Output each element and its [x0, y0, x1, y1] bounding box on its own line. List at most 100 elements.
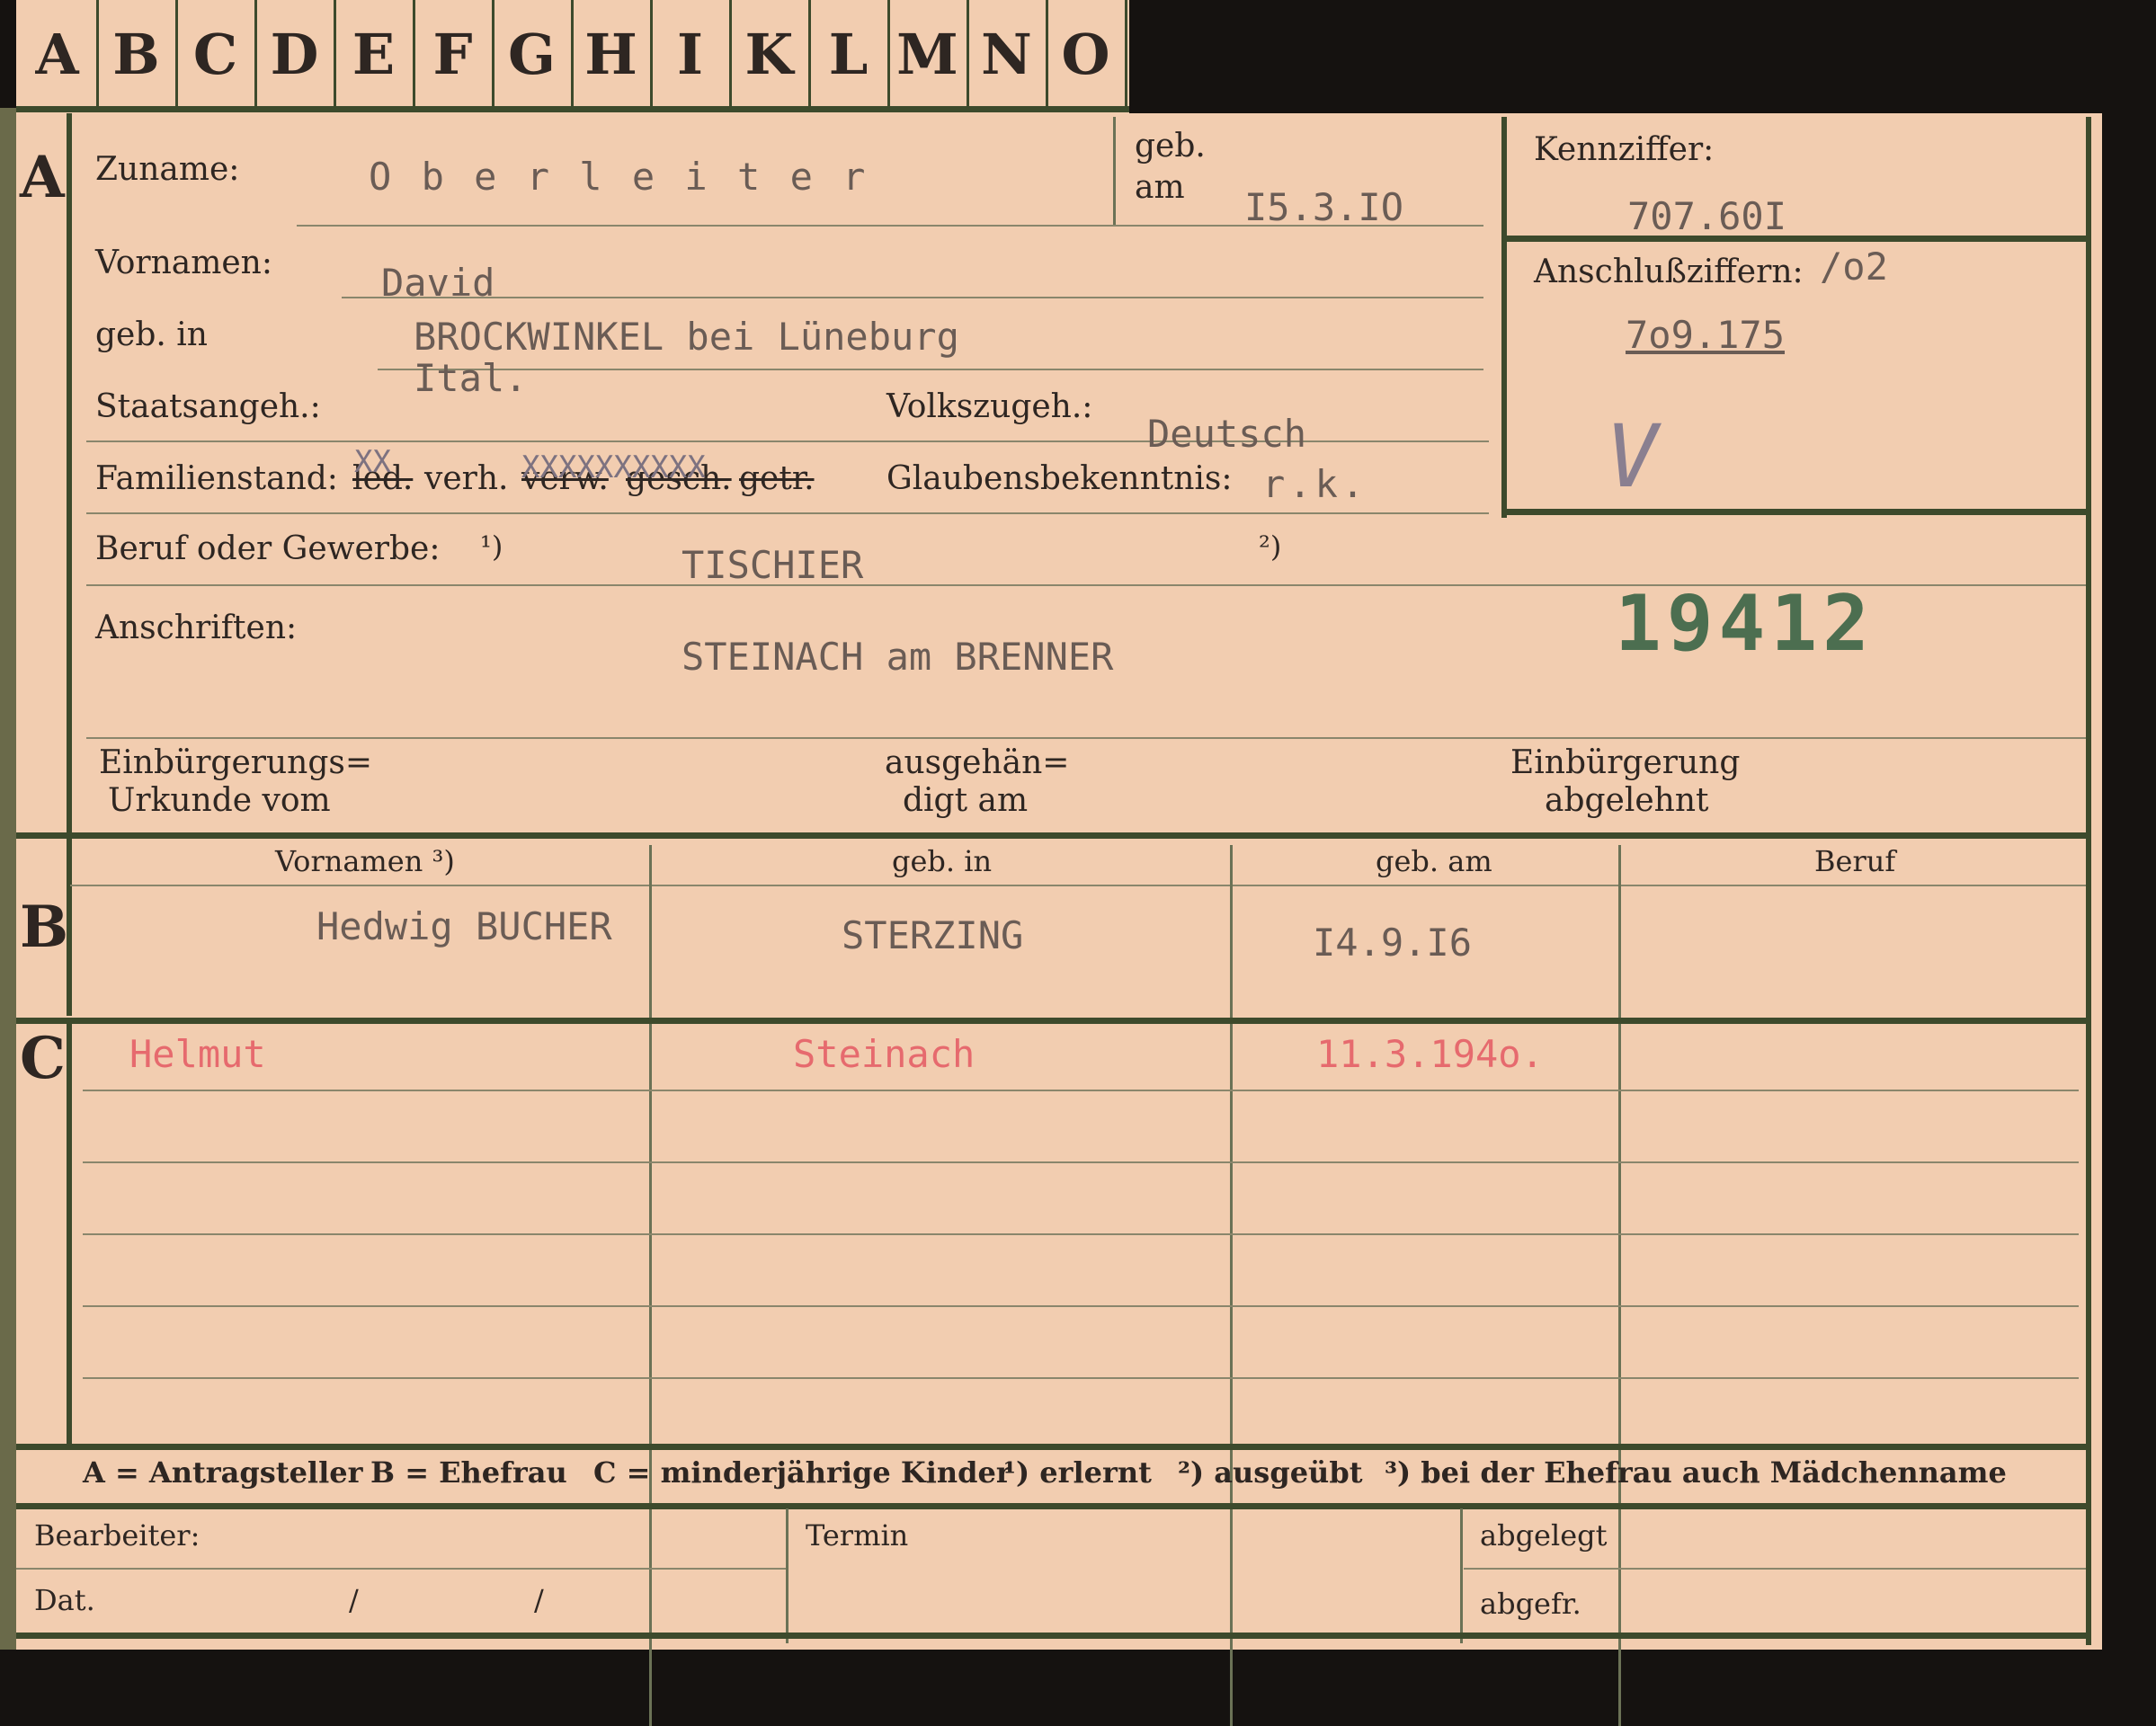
dat-label: Dat.: [34, 1583, 95, 1617]
section-c-row-line-3: [83, 1233, 2079, 1235]
abgelehnt-label-2: abgelehnt: [1545, 782, 1709, 819]
legend-top-border: [16, 1444, 2086, 1450]
glaubensbekenntnis-label: Glaubensbekenntnis:: [886, 460, 1233, 497]
footer-left-line: [16, 1568, 786, 1570]
index-tab-k: K: [730, 0, 811, 108]
ausgehaendigt-label-1: ausgehän=: [885, 744, 1070, 781]
beruf-label: Beruf oder Gewerbe:: [95, 530, 441, 567]
geb-in-underline: [378, 369, 1483, 370]
geb-am-divider: [1113, 117, 1116, 225]
section-c-row-line-4: [83, 1305, 2079, 1307]
column-divider-2: [1230, 845, 1233, 1726]
index-tab-b: B: [97, 0, 178, 108]
anschriften-underline: [86, 737, 2086, 739]
section-c-vornamen-value: Helmut: [129, 1032, 266, 1076]
card-bottom-border: [16, 1633, 2086, 1639]
abgelehnt-label-1: Einbürgerung: [1510, 744, 1741, 781]
staatsangeh-label: Staatsangeh.:: [95, 388, 321, 425]
index-tab-m: M: [888, 0, 969, 108]
einbuergerung-label-1: Einbürgerungs=: [99, 744, 373, 781]
vornamen-value: David: [381, 261, 495, 305]
legend-c: C = minderjährige Kinder: [593, 1455, 1011, 1490]
section-c-geb-in-value: Steinach: [793, 1032, 976, 1076]
staatsangeh-value: Ital.: [414, 356, 528, 400]
card-left-edge: [0, 108, 16, 1650]
kennziffer-box-left: [1501, 117, 1507, 518]
footer-divider-1: [786, 1508, 788, 1643]
volkszugeh-value: Deutsch: [1147, 412, 1307, 456]
footer-divider-2: [1460, 1508, 1463, 1643]
section-b-header-line: [70, 885, 2086, 886]
einbuergerung-label-2: Urkunde vom: [108, 782, 331, 819]
index-tab-n: N: [967, 0, 1048, 108]
section-c-row-line-2: [83, 1161, 2079, 1163]
glaubensbekenntnis-value: r.k.: [1262, 462, 1368, 506]
kennziffer-box-bottom: [1501, 509, 2086, 515]
dat-separator-2: /: [534, 1583, 544, 1617]
anschriften-value: STEINACH am BRENNER: [682, 635, 1114, 679]
index-tab-c: C: [176, 0, 257, 108]
legend-b: B = Ehefrau: [370, 1455, 567, 1490]
section-b-header-beruf: Beruf: [1814, 844, 1896, 878]
legend-note-3: ³) bei der Ehefrau auch Mädchenname: [1385, 1455, 2007, 1490]
anschlussziffern-label: Anschlußziffern:: [1534, 254, 1804, 290]
registration-card: [16, 0, 2102, 1650]
index-tab-h: H: [572, 0, 653, 108]
anschlussziffern-suffix: /o2: [1820, 245, 1888, 289]
legend-a: A = Antragsteller: [83, 1455, 363, 1490]
index-tab-l: L: [809, 0, 890, 108]
geb-am-value: I5.3.IO: [1244, 185, 1404, 229]
section-a-left-border: [67, 113, 72, 832]
section-b-header-vornamen: Vornamen ³): [275, 844, 455, 878]
familienstand-verh: verh.: [424, 460, 509, 497]
section-b-header-geb-am: geb. am: [1376, 844, 1492, 878]
geb-in-value: BROCKWINKEL bei Lüneburg: [414, 315, 959, 359]
section-c-row-line-1: [83, 1090, 2079, 1091]
geb-label: geb.: [1135, 128, 1206, 165]
zuname-value: O b e r l e i t e r: [369, 155, 869, 199]
am-label: am: [1135, 169, 1185, 206]
section-b-header-geb-in: geb. in: [892, 844, 993, 878]
familienstand-xmarks-2: XXXXXXXXXX: [521, 449, 706, 485]
vornamen-underline: [342, 297, 1483, 298]
section-a-letter: A: [20, 144, 65, 211]
anschriften-label: Anschriften:: [95, 609, 298, 646]
index-tab-o: O: [1047, 0, 1127, 108]
check-mark: V: [1606, 406, 1658, 507]
section-b-letter: B: [20, 894, 69, 961]
legend-note-2: ²) ausgeübt: [1178, 1455, 1363, 1490]
familienstand-underline: [86, 512, 1489, 514]
column-divider-1: [649, 845, 652, 1726]
bearbeiter-label: Bearbeiter:: [34, 1518, 200, 1553]
index-tab-i: I: [651, 0, 732, 108]
section-c-top-border: [16, 1018, 2086, 1024]
anschlussziffern-value: 7o9.175: [1626, 313, 1786, 357]
familienstand-label: Familienstand:: [95, 460, 338, 497]
card-right-border: [2086, 117, 2091, 1645]
index-tab-g: G: [493, 0, 574, 108]
beruf-value: TISCHIER: [682, 543, 864, 587]
column-divider-3: [1618, 845, 1621, 1726]
legend-note-1: ¹) erlernt: [1003, 1455, 1152, 1490]
footer-right-line: [1464, 1568, 2086, 1570]
index-tab-a: A: [18, 0, 99, 108]
termin-label: Termin: [806, 1518, 909, 1553]
geb-in-label: geb. in: [95, 316, 208, 353]
kennziffer-label: Kennziffer:: [1534, 131, 1715, 168]
kennziffer-value: 707.60I: [1627, 194, 1787, 238]
section-c-geb-am-value: 11.3.194o.: [1316, 1032, 1544, 1076]
kennziffer-divider: [1501, 236, 2086, 242]
legend-bottom-border: [16, 1503, 2086, 1509]
dat-separator-1: /: [349, 1583, 359, 1617]
beruf-footnote-2: ²): [1259, 529, 1282, 564]
tabs-bottom-border: [16, 106, 1129, 112]
section-b-geb-in-value: STERZING: [842, 913, 1024, 957]
volkszugeh-label: Volkszugeh.:: [886, 388, 1093, 425]
beruf-footnote-1: ¹): [480, 529, 503, 564]
familienstand-getr: getr.: [739, 460, 815, 497]
index-tab-d: D: [255, 0, 336, 108]
section-c-left-border: [67, 1021, 72, 1444]
familienstand-xmarks-1: XX: [354, 444, 391, 480]
stamp-number: 19412: [1615, 579, 1875, 669]
section-b-vornamen-value: Hedwig BUCHER: [316, 904, 612, 948]
